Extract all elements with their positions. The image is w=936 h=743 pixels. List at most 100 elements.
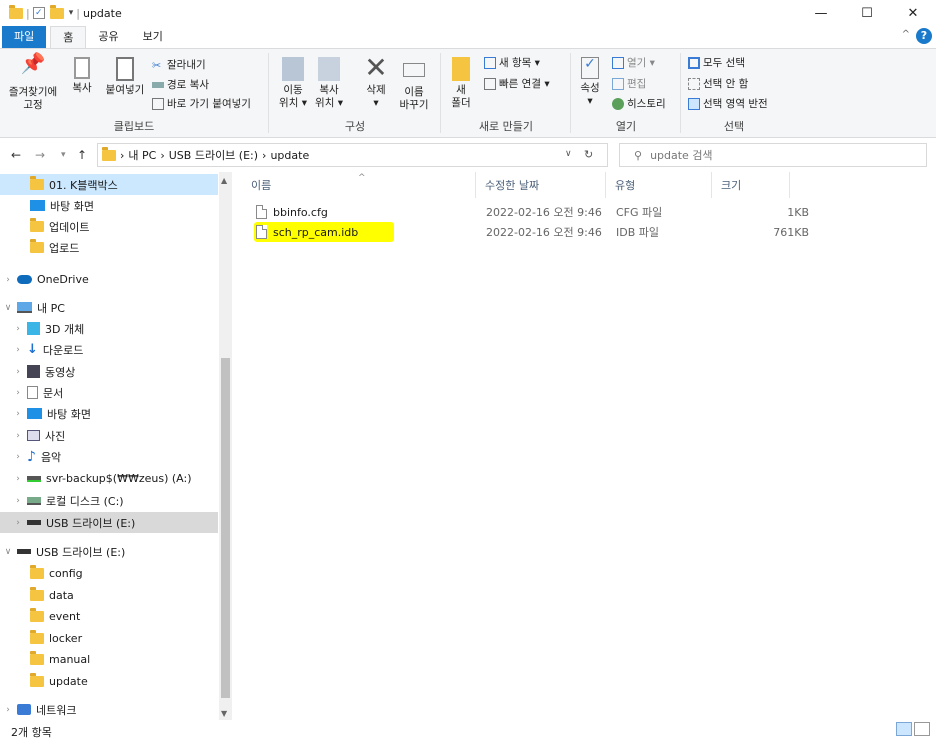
- large-icons-view-icon[interactable]: [914, 722, 930, 736]
- breadcrumb-update[interactable]: update: [270, 149, 309, 162]
- chevron-right-icon[interactable]: ›: [12, 388, 24, 398]
- paste-shortcut-button[interactable]: 바로 가기 붙여넣기: [152, 96, 251, 111]
- divider: [440, 53, 441, 133]
- nav-item-manual[interactable]: manual: [0, 649, 218, 670]
- nav-item-desktop[interactable]: › 바탕 화면: [0, 403, 218, 424]
- pin-quick-access-button[interactable]: 📌 즐겨찾기에 고정: [2, 53, 64, 112]
- nav-item-upload[interactable]: 업로드: [0, 237, 218, 258]
- chevron-right-icon[interactable]: ›: [12, 431, 24, 441]
- file-row[interactable]: sch_rp_cam.idb 2022-02-16 오전 9:46 IDB 파일…: [248, 222, 809, 242]
- nav-item-3d-objects[interactable]: › 3D 개체: [0, 318, 218, 339]
- chevron-right-icon[interactable]: ›: [12, 452, 24, 462]
- up-icon[interactable]: ↑: [77, 148, 87, 162]
- refresh-icon[interactable]: ↻: [584, 148, 593, 161]
- file-row[interactable]: bbinfo.cfg 2022-02-16 오전 9:46 CFG 파일 1KB: [248, 202, 809, 222]
- nav-item-locker[interactable]: locker: [0, 628, 218, 649]
- nav-item-usb-drive[interactable]: ∨ USB 드라이브 (E:): [0, 541, 218, 562]
- nav-item-network[interactable]: › 네트워크: [0, 699, 218, 720]
- nav-scrollbar[interactable]: ▲ ▼: [219, 172, 232, 720]
- properties-button[interactable]: ✓ 속성 ▾: [576, 57, 604, 108]
- collapse-ribbon-icon[interactable]: ^: [902, 29, 910, 40]
- chevron-right-icon[interactable]: ›: [12, 474, 24, 484]
- new-item-button[interactable]: 새 항목 ▾: [484, 55, 540, 70]
- recent-locations-icon[interactable]: ▾: [61, 150, 66, 160]
- nav-item-this-pc[interactable]: ∨ 내 PC: [0, 297, 218, 318]
- nav-item-videos[interactable]: › 동영상: [0, 361, 218, 382]
- nav-item-music[interactable]: › ♪ 음악: [0, 446, 218, 467]
- nav-item-update[interactable]: update: [0, 671, 218, 692]
- history-button[interactable]: 히스토리: [612, 96, 666, 111]
- close-button[interactable]: ✕: [890, 0, 936, 26]
- tab-share[interactable]: 공유: [86, 26, 130, 48]
- chevron-right-icon[interactable]: ›: [2, 705, 14, 715]
- invert-selection-button[interactable]: 선택 영역 반전: [688, 96, 768, 111]
- nav-item-pictures[interactable]: › 사진: [0, 425, 218, 446]
- copy-to-button[interactable]: 복사 위치 ▾: [312, 57, 346, 110]
- chevron-right-icon[interactable]: ›: [12, 496, 24, 506]
- copy-path-button[interactable]: 경로 복사: [152, 77, 209, 92]
- nav-item-desktop-quick[interactable]: 바탕 화면: [0, 195, 218, 216]
- tab-home[interactable]: 홈: [50, 26, 87, 48]
- scroll-down-icon[interactable]: ▼: [221, 709, 227, 718]
- nav-item-downloads[interactable]: › ↓ 다운로드: [0, 339, 218, 360]
- new-folder-button[interactable]: 새 폴더: [446, 57, 476, 110]
- tab-file[interactable]: 파일: [2, 26, 47, 48]
- nav-item-documents[interactable]: › 문서: [0, 382, 218, 403]
- chevron-right-icon[interactable]: ›: [2, 275, 14, 285]
- chevron-right-icon[interactable]: ›: [12, 409, 24, 419]
- chevron-right-icon[interactable]: ›: [12, 518, 24, 528]
- column-header-type[interactable]: 유형: [608, 172, 712, 198]
- nav-item-onedrive[interactable]: › OneDrive: [0, 269, 218, 290]
- copy-to-label: 복사 위치 ▾: [315, 84, 343, 109]
- breadcrumb-usb-drive[interactable]: USB 드라이브 (E:): [169, 147, 258, 163]
- select-all-button[interactable]: 모두 선택: [688, 55, 745, 70]
- scroll-up-icon[interactable]: ▲: [221, 176, 227, 185]
- chevron-down-icon[interactable]: ∨: [2, 303, 14, 313]
- scrollbar-thumb[interactable]: [221, 358, 230, 698]
- open-button[interactable]: 열기 ▾: [612, 55, 655, 70]
- tab-view[interactable]: 보기: [131, 26, 175, 48]
- minimize-button[interactable]: —: [798, 0, 844, 26]
- forward-icon[interactable]: →: [35, 148, 45, 162]
- nav-item-label: data: [49, 589, 74, 602]
- nav-item-local-disk-c[interactable]: › 로컬 디스크 (C:): [0, 490, 218, 511]
- checkmark-qa-icon[interactable]: ✓: [32, 7, 45, 19]
- back-icon[interactable]: ←: [11, 148, 21, 162]
- chevron-down-icon[interactable]: ∨: [2, 547, 14, 557]
- address-dropdown-icon[interactable]: ∨: [565, 149, 572, 159]
- delete-button[interactable]: ✕ 삭제 ▾: [360, 54, 392, 110]
- chevron-right-icon[interactable]: ›: [262, 149, 266, 162]
- new-folder-qa-icon[interactable]: [49, 4, 64, 19]
- nav-item-label: 바탕 화면: [50, 199, 94, 213]
- breadcrumb-this-pc[interactable]: 내 PC: [128, 147, 156, 163]
- column-header-date[interactable]: 수정한 날짜: [478, 172, 606, 198]
- easy-access-button[interactable]: 빠른 연결 ▾: [484, 76, 550, 91]
- address-bar[interactable]: › 내 PC › USB 드라이브 (E:) › update: [97, 143, 608, 167]
- rename-button[interactable]: 이름 바꾸기: [396, 57, 432, 112]
- nav-item-update-kr[interactable]: 업데이트: [0, 216, 218, 237]
- chevron-right-icon[interactable]: ›: [120, 149, 124, 162]
- nav-item-config[interactable]: config: [0, 563, 218, 584]
- cut-button[interactable]: ✂ 잘라내기: [152, 57, 206, 72]
- qa-dropdown-icon[interactable]: ▾: [69, 8, 74, 18]
- select-none-button[interactable]: 선택 안 함: [688, 76, 748, 91]
- edit-button[interactable]: 편집: [612, 76, 646, 91]
- move-to-button[interactable]: 이동 위치 ▾: [276, 57, 310, 110]
- nav-item-network-drive-a[interactable]: › svr-backup$(₩₩zeus) (A:): [0, 468, 218, 489]
- chevron-right-icon[interactable]: ›: [12, 324, 24, 334]
- maximize-button[interactable]: ☐: [844, 0, 890, 26]
- chevron-right-icon[interactable]: ›: [12, 367, 24, 377]
- paste-button[interactable]: 붙여넣기: [102, 57, 148, 97]
- help-icon[interactable]: ?: [916, 28, 932, 44]
- nav-item-k-blackbox[interactable]: 01. K블랙박스: [0, 174, 218, 195]
- nav-item-data[interactable]: data: [0, 585, 218, 606]
- chevron-right-icon[interactable]: ›: [160, 149, 164, 162]
- search-input[interactable]: ⚲ update 검색: [619, 143, 927, 167]
- nav-item-usb-drive-pc[interactable]: › USB 드라이브 (E:): [0, 512, 218, 533]
- nav-item-event[interactable]: event: [0, 606, 218, 627]
- column-header-name[interactable]: 이름: [244, 172, 476, 198]
- copy-button[interactable]: 복사: [68, 57, 96, 95]
- column-header-size[interactable]: 크기: [714, 172, 790, 198]
- chevron-right-icon[interactable]: ›: [12, 345, 24, 355]
- details-view-icon[interactable]: [896, 722, 912, 736]
